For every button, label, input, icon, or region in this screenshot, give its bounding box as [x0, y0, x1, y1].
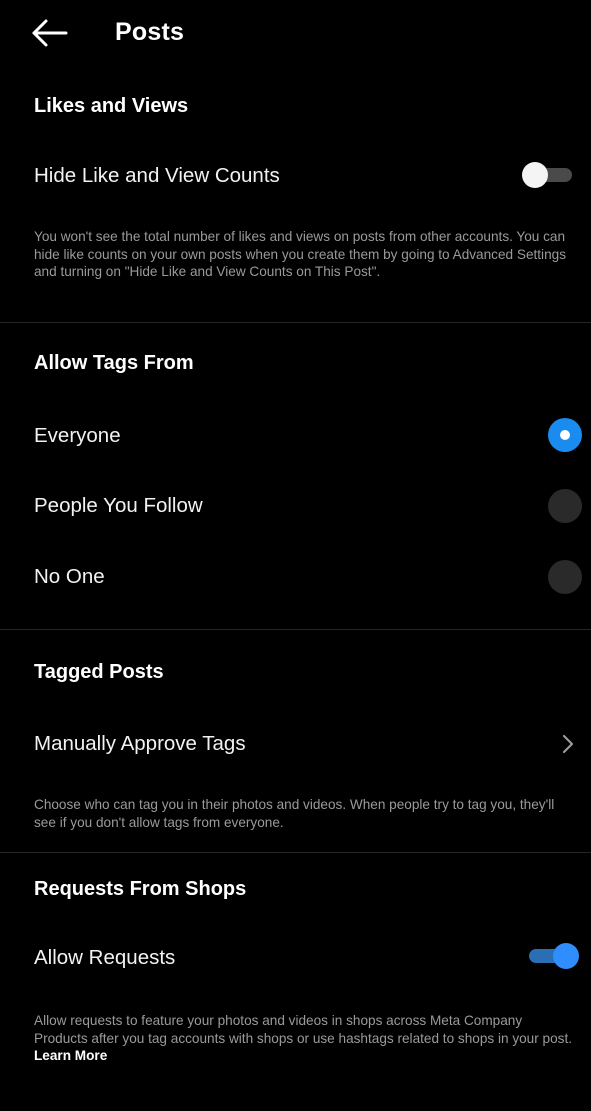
section-divider: [0, 852, 591, 853]
allow-requests-toggle[interactable]: [523, 941, 579, 971]
section-title-tagged-posts: Tagged Posts: [34, 661, 164, 683]
shop-requests-description: Allow requests to feature your photos an…: [34, 1012, 579, 1065]
tag-option-everyone-radio[interactable]: [548, 418, 582, 452]
learn-more-link[interactable]: Learn More: [34, 1048, 107, 1063]
section-divider: [0, 322, 591, 323]
tag-option-people-you-follow-label: People You Follow: [34, 494, 203, 517]
tag-option-no-one-radio[interactable]: [548, 560, 582, 594]
toggle-knob: [553, 943, 579, 969]
section-title-shop-requests: Requests From Shops: [34, 878, 247, 900]
arrow-left-icon: [32, 19, 68, 47]
section-title-allow-tags: Allow Tags From: [34, 352, 194, 374]
back-button[interactable]: [30, 16, 70, 50]
toggle-knob: [522, 162, 548, 188]
manually-approve-tags-label: Manually Approve Tags: [34, 732, 246, 755]
top-app-bar: Posts: [0, 0, 591, 66]
chevron-right-icon: [562, 734, 574, 754]
allow-requests-label: Allow Requests: [34, 946, 176, 969]
tag-option-no-one-label: No One: [34, 565, 105, 588]
section-title-likes-views: Likes and Views: [34, 95, 189, 117]
hide-like-counts-toggle[interactable]: [522, 160, 578, 190]
hide-like-counts-label: Hide Like and View Counts: [34, 164, 280, 187]
shop-requests-description-text: Allow requests to feature your photos an…: [34, 1013, 573, 1046]
tag-option-people-you-follow-radio[interactable]: [548, 489, 582, 523]
hide-like-counts-description: You won't see the total number of likes …: [34, 229, 566, 279]
section-divider: [0, 629, 591, 630]
tagged-posts-description: Choose who can tag you in their photos a…: [34, 797, 555, 830]
tag-option-everyone-label: Everyone: [34, 424, 121, 447]
page-title: Posts: [115, 18, 185, 46]
